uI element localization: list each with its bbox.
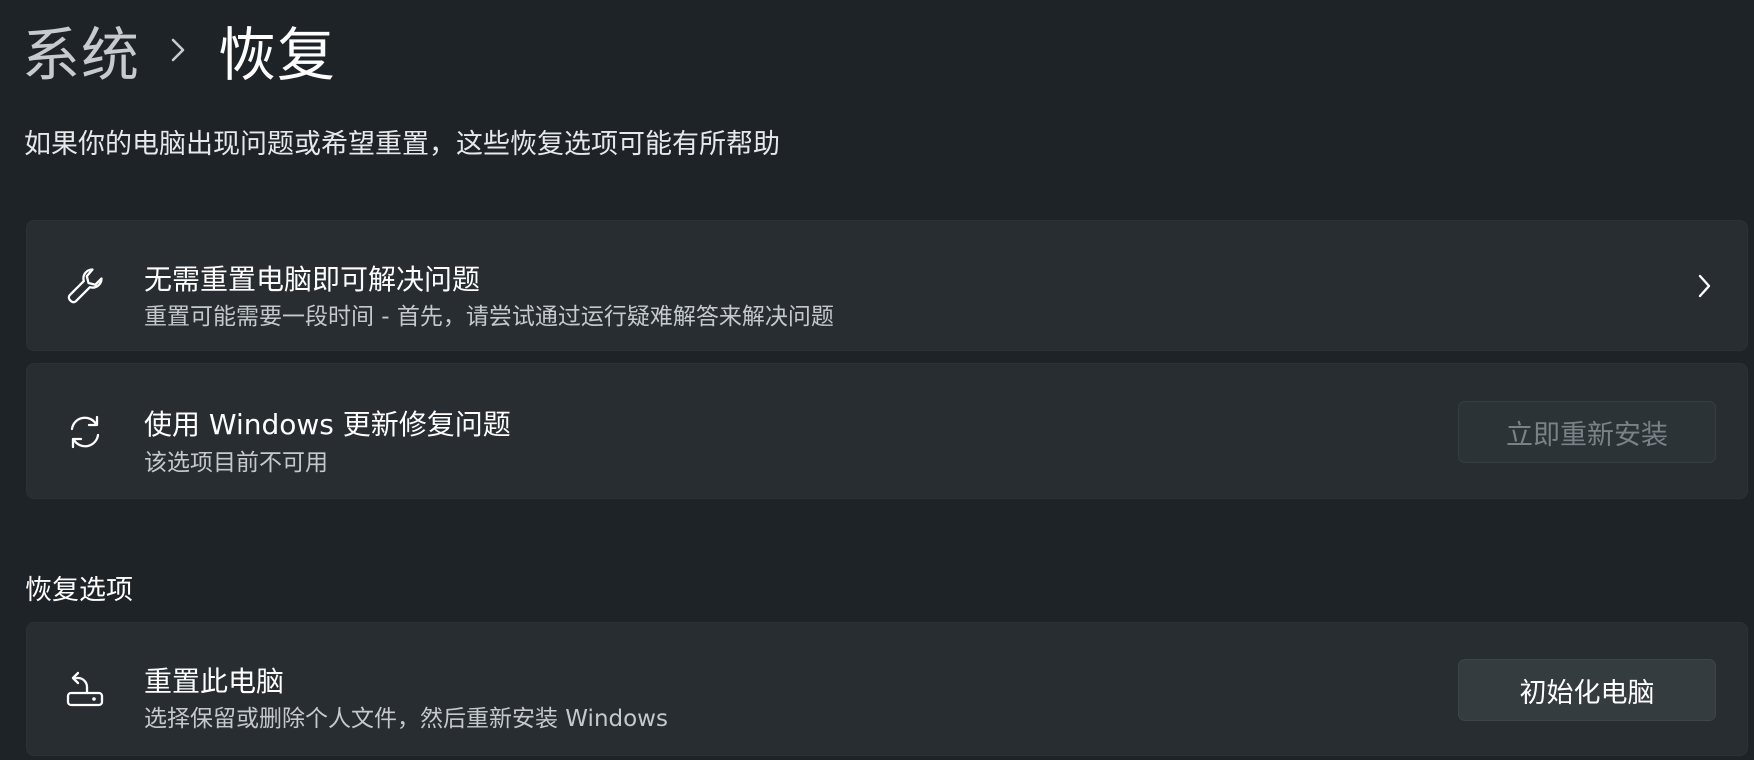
refresh-icon	[63, 410, 107, 454]
page-description: 如果你的电脑出现问题或希望重置，这些恢复选项可能有所帮助	[24, 129, 780, 160]
reset-pc-icon	[63, 667, 107, 711]
wrench-icon	[63, 264, 107, 308]
reset-pc-button[interactable]: 初始化电脑	[1458, 659, 1716, 721]
troubleshoot-description: 重置可能需要一段时间 - 首先，请尝试通过运行疑难解答来解决问题	[144, 304, 834, 330]
windows-update-fix-description: 该选项目前不可用	[144, 450, 328, 476]
breadcrumb-parent-system[interactable]: 系统	[22, 8, 140, 92]
reinstall-now-button[interactable]: 立即重新安装	[1458, 401, 1716, 463]
chevron-right-icon[interactable]	[1687, 269, 1721, 303]
troubleshoot-card[interactable]: 无需重置电脑即可解决问题 重置可能需要一段时间 - 首先，请尝试通过运行疑难解答…	[26, 220, 1748, 351]
chevron-right-icon	[168, 36, 188, 64]
reset-pc-title: 重置此电脑	[144, 665, 285, 698]
reset-pc-card: 重置此电脑 选择保留或删除个人文件，然后重新安装 Windows 初始化电脑	[26, 622, 1748, 756]
page-title: 恢复	[218, 21, 337, 89]
troubleshoot-title: 无需重置电脑即可解决问题	[144, 263, 481, 296]
breadcrumb: 系统 恢复	[22, 10, 336, 90]
windows-update-fix-card: 使用 Windows 更新修复问题 该选项目前不可用 立即重新安装	[26, 363, 1748, 499]
reset-pc-description: 选择保留或删除个人文件，然后重新安装 Windows	[144, 706, 668, 732]
recovery-options-heading: 恢复选项	[25, 575, 133, 606]
windows-update-fix-title: 使用 Windows 更新修复问题	[144, 408, 511, 441]
